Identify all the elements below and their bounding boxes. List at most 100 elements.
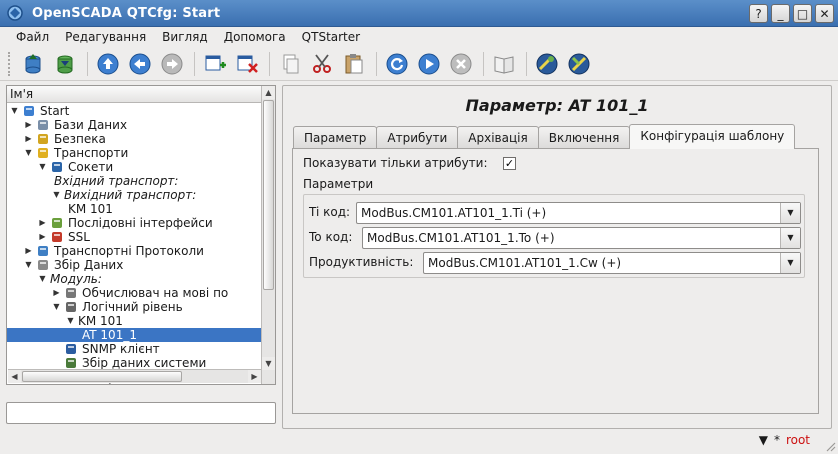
scroll-up-arrow-icon[interactable]: ▲: [262, 86, 275, 99]
scroll-thumb[interactable]: [263, 100, 274, 290]
menu-qtstarter[interactable]: QTStarter: [294, 30, 368, 44]
tree-header[interactable]: Ім'я: [7, 86, 275, 103]
tree-item-label: Транспортні Протоколи: [54, 244, 204, 258]
expand-arrow-icon[interactable]: ▼: [24, 146, 33, 160]
expand-arrow-icon[interactable]: ▼: [10, 104, 19, 118]
tree-item-label: Модуль:: [50, 272, 102, 286]
menu-edit[interactable]: Редагування: [57, 30, 154, 44]
dropdown-arrow-icon[interactable]: ▼: [780, 228, 800, 248]
tree-item[interactable]: AT 101_1: [7, 328, 261, 342]
tree-item-label: Start: [40, 104, 70, 118]
back-icon[interactable]: [125, 49, 155, 79]
tree-horizontal-scrollbar[interactable]: ◀ ▶: [8, 369, 261, 383]
scroll-right-arrow-icon[interactable]: ▶: [248, 370, 261, 383]
vision-icon[interactable]: [564, 49, 594, 79]
navigation-tree[interactable]: Ім'я ▼ Start ▶ Бази Даних ▶ Безпека ▼ Транспорт…: [6, 85, 276, 385]
tree-item[interactable]: KM 101: [7, 202, 261, 216]
toolbar-separator: [483, 51, 484, 76]
logic-icon: [64, 300, 78, 314]
db-load-icon[interactable]: [18, 49, 48, 79]
modified-indicator: *: [773, 433, 780, 447]
tree-item[interactable]: ▶ SSL: [7, 230, 261, 244]
tree-item[interactable]: ▶ Бази Даних: [7, 118, 261, 132]
parameters-group: Ti код: ModBus.CM101.AT101_1.Ti (+) ▼ To…: [303, 194, 805, 278]
minimize-button[interactable]: _: [771, 4, 790, 23]
db-save-icon[interactable]: [50, 49, 80, 79]
collapse-arrow-icon[interactable]: ▶: [52, 286, 61, 300]
ti-code-combobox[interactable]: ModBus.CM101.AT101_1.Ti (+) ▼: [356, 202, 801, 224]
expand-arrow-icon[interactable]: ▼: [38, 160, 47, 174]
tree-item[interactable]: SNMP клієнт: [7, 342, 261, 356]
toolbar-grip[interactable]: [8, 51, 12, 76]
param-row-ti: Ti код: ModBus.CM101.AT101_1.Ti (+) ▼: [309, 202, 801, 224]
to-code-combobox[interactable]: ModBus.CM101.AT101_1.To (+) ▼: [362, 227, 801, 249]
scroll-left-arrow-icon[interactable]: ◀: [8, 370, 21, 383]
delete-item-icon[interactable]: [232, 49, 262, 79]
current-user[interactable]: root: [786, 433, 810, 447]
tree-item[interactable]: ▼ Сокети: [7, 160, 261, 174]
dropdown-arrow-icon[interactable]: ▼: [780, 203, 800, 223]
tree-item[interactable]: Збір даних системи: [7, 356, 261, 370]
param-row-to: To код: ModBus.CM101.AT101_1.To (+) ▼: [309, 227, 801, 249]
productivity-combobox[interactable]: ModBus.CM101.AT101_1.Cw (+) ▼: [423, 252, 801, 274]
show-only-attributes-checkbox[interactable]: ✓: [503, 157, 516, 170]
tree-item-label: KM 101: [78, 314, 123, 328]
refresh-icon[interactable]: [382, 49, 412, 79]
collapse-arrow-icon[interactable]: ▶: [24, 132, 33, 146]
tree-item[interactable]: ▶ Обчислювач на мові по: [7, 286, 261, 300]
tree-item[interactable]: ▼ Вихідний транспорт:: [7, 188, 261, 202]
tree-item[interactable]: ▼ Транспорти: [7, 146, 261, 160]
tab-archiving[interactable]: Архівація: [457, 126, 539, 148]
status-menu-arrow-icon[interactable]: ▼: [759, 433, 768, 447]
tab-attributes[interactable]: Атрибути: [376, 126, 459, 148]
tab-parameter[interactable]: Параметр: [293, 126, 378, 148]
tree-vertical-scrollbar[interactable]: ▲ ▼: [261, 86, 275, 384]
up-icon[interactable]: [93, 49, 123, 79]
maximize-button[interactable]: □: [793, 4, 812, 23]
dropdown-arrow-icon[interactable]: ▼: [780, 253, 800, 273]
manual-icon[interactable]: [489, 49, 519, 79]
page-title: Параметр: AT 101_1: [465, 96, 649, 115]
tree-item[interactable]: ▶ Послідовні інтерфейси: [7, 216, 261, 230]
expand-arrow-icon[interactable]: ▼: [38, 272, 47, 286]
show-only-attributes-label: Показувати тільки атрибути:: [303, 156, 488, 170]
help-window-button[interactable]: ?: [749, 4, 768, 23]
copy-icon[interactable]: [275, 49, 305, 79]
expand-arrow-icon[interactable]: ▼: [52, 300, 61, 314]
tree-item[interactable]: ▼ Збір Даних: [7, 258, 261, 272]
tab-bar: Параметр Атрибути Архівація Включення Ко…: [293, 124, 796, 149]
tree-item[interactable]: ▼ Логічний рівень: [7, 300, 261, 314]
forward-icon[interactable]: [157, 49, 187, 79]
size-grip-icon[interactable]: [824, 440, 836, 452]
paste-icon[interactable]: [339, 49, 369, 79]
menu-file[interactable]: Файл: [8, 30, 57, 44]
tree-item[interactable]: Вхідний транспорт:: [7, 174, 261, 188]
parameters-group-label: Параметри: [303, 177, 374, 191]
title-bar[interactable]: OpenSCADA QTCfg: Start ? _ □ ✕: [0, 0, 838, 27]
collapse-arrow-icon[interactable]: ▶: [38, 216, 47, 230]
expand-arrow-icon[interactable]: ▼: [24, 258, 33, 272]
tree-item[interactable]: ▶ Транспортні Протоколи: [7, 244, 261, 258]
tree-item[interactable]: ▼ Start: [7, 104, 261, 118]
tree-item[interactable]: ▶ Безпека: [7, 132, 261, 146]
tab-template-config[interactable]: Конфігурація шаблону: [629, 124, 796, 149]
collapse-arrow-icon[interactable]: ▶: [24, 118, 33, 132]
scroll-thumb[interactable]: [22, 371, 182, 382]
tab-includes[interactable]: Включення: [537, 126, 631, 148]
expand-arrow-icon[interactable]: ▼: [66, 314, 75, 328]
collapse-arrow-icon[interactable]: ▶: [38, 230, 47, 244]
menu-help[interactable]: Допомога: [216, 30, 294, 44]
tree-bottom-field[interactable]: [6, 402, 276, 424]
expand-arrow-icon[interactable]: ▼: [52, 188, 61, 202]
collapse-arrow-icon[interactable]: ▶: [24, 244, 33, 258]
tree-item[interactable]: ▼ Модуль:: [7, 272, 261, 286]
start-icon[interactable]: [414, 49, 444, 79]
close-window-button[interactable]: ✕: [815, 4, 834, 23]
menu-view[interactable]: Вигляд: [154, 30, 216, 44]
tree-item[interactable]: ▼ KM 101: [7, 314, 261, 328]
scroll-down-arrow-icon[interactable]: ▼: [262, 357, 275, 370]
qtcfg-icon[interactable]: [532, 49, 562, 79]
cut-icon[interactable]: [307, 49, 337, 79]
stop-icon[interactable]: [446, 49, 476, 79]
add-item-icon[interactable]: [200, 49, 230, 79]
